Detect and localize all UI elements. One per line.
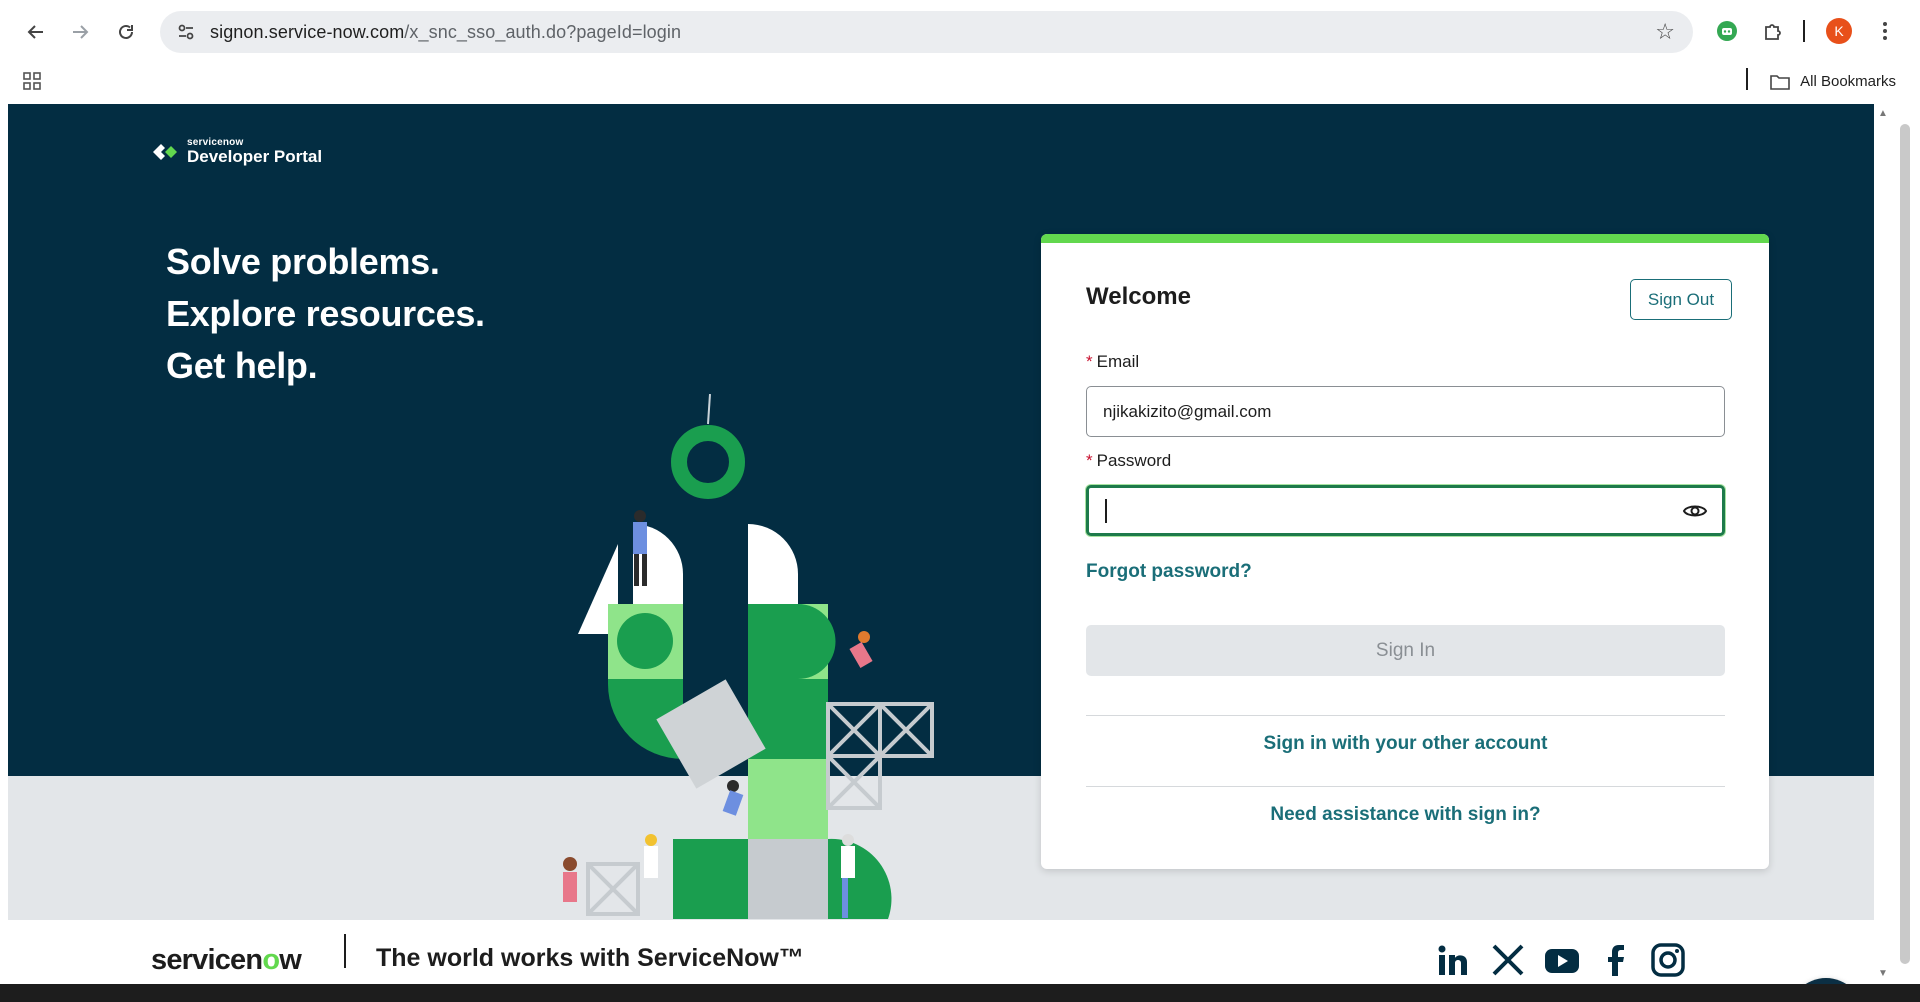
toolbar-divider [1803, 20, 1805, 42]
footer-tagline: The world works with ServiceNow™ [376, 944, 804, 972]
logo-text-part-a: servicen [151, 944, 263, 976]
email-field[interactable]: njikakizito@gmail.com [1086, 386, 1725, 437]
x-twitter-icon[interactable] [1490, 942, 1526, 978]
hero-line-1: Solve problems. [166, 241, 440, 282]
youtube-icon[interactable] [1544, 942, 1580, 978]
sign-in-button[interactable]: Sign In [1086, 625, 1725, 676]
facebook-icon[interactable] [1598, 942, 1634, 978]
logo-text-part-b: w [279, 944, 302, 976]
url-text[interactable]: signon.service-now.com/x_snc_sso_auth.do… [210, 22, 681, 43]
required-mark: * [1086, 451, 1093, 470]
password-label-text: Password [1096, 451, 1172, 470]
required-mark: * [1086, 352, 1093, 371]
outer-scrollbar[interactable] [1894, 104, 1920, 984]
bookmarks-bar: All Bookmarks [0, 64, 1920, 104]
servicenow-mark-icon [153, 144, 177, 160]
hero-line-2: Explore resources. [166, 293, 485, 334]
instagram-icon[interactable] [1650, 942, 1686, 978]
scrollbar-thumb[interactable] [1900, 124, 1910, 964]
url-path: /x_snc_sso_auth.do?pageId=login [404, 21, 682, 42]
email-value: njikakizito@gmail.com [1103, 401, 1272, 421]
all-bookmarks-label: All Bookmarks [1800, 73, 1896, 90]
text-caret [1105, 498, 1107, 523]
menu-kebab-icon[interactable] [1870, 16, 1900, 46]
hero-headline: Solve problems. Explore resources. Get h… [166, 236, 485, 392]
folder-icon [1770, 74, 1790, 90]
divider [1086, 786, 1725, 787]
scroll-down-arrow[interactable]: ▼ [1878, 968, 1888, 979]
developer-portal-logo[interactable]: servicenow Developer Portal [151, 138, 322, 166]
hero-line-3: Get help. [166, 345, 318, 386]
servicenow-footer-logo[interactable]: servicenow [151, 944, 302, 977]
show-password-eye-icon[interactable] [1682, 500, 1708, 522]
logo-text-o: o [262, 944, 280, 976]
linkedin-icon[interactable] [1436, 942, 1472, 978]
apps-grid-icon[interactable] [22, 71, 46, 95]
site-settings-icon[interactable] [172, 18, 200, 46]
forward-icon[interactable] [62, 14, 98, 50]
forgot-password-link[interactable]: Forgot password? [1086, 561, 1252, 583]
sign-in-assistance-link[interactable]: Need assistance with sign in? [1086, 804, 1725, 826]
bookmarks-divider [1746, 68, 1748, 90]
email-label: * Email [1086, 352, 1139, 372]
page-scrollbar[interactable]: ▲ ▼ [1874, 104, 1894, 984]
password-field[interactable] [1086, 485, 1725, 536]
profile-avatar[interactable]: K [1826, 18, 1852, 44]
url-host: signon.service-now.com [210, 21, 405, 42]
footer-divider [344, 934, 346, 968]
welcome-heading: Welcome [1086, 283, 1191, 310]
page-viewport: servicenow Developer Portal Solve proble… [8, 104, 1874, 984]
logo-big-text: Developer Portal [187, 147, 323, 166]
extension-robot-icon[interactable] [1712, 16, 1742, 46]
bookmark-star-icon[interactable]: ☆ [1655, 19, 1675, 45]
all-bookmarks-button[interactable]: All Bookmarks [1770, 73, 1896, 90]
email-label-text: Email [1096, 352, 1140, 371]
back-icon[interactable] [18, 14, 54, 50]
address-bar[interactable]: signon.service-now.com/x_snc_sso_auth.do… [160, 11, 1693, 53]
divider [1086, 715, 1725, 716]
login-card: Welcome Sign Out * Email njikakizito@gmai… [1041, 234, 1769, 869]
reload-icon[interactable] [108, 14, 144, 50]
hero-illustration [563, 394, 934, 919]
other-account-link[interactable]: Sign in with your other account [1086, 733, 1725, 755]
scroll-up-arrow[interactable]: ▲ [1878, 108, 1888, 119]
browser-window: signon.service-now.com/x_snc_sso_auth.do… [0, 0, 1920, 1002]
sign-out-button[interactable]: Sign Out [1630, 279, 1732, 320]
password-label: * Password [1086, 451, 1171, 471]
page-footer: servicenow The world works with ServiceN… [8, 920, 1874, 984]
browser-toolbar: signon.service-now.com/x_snc_sso_auth.do… [0, 0, 1920, 64]
extensions-puzzle-icon[interactable] [1758, 16, 1788, 46]
card-accent-bar [1041, 234, 1769, 243]
taskbar-edge [0, 984, 1920, 1002]
